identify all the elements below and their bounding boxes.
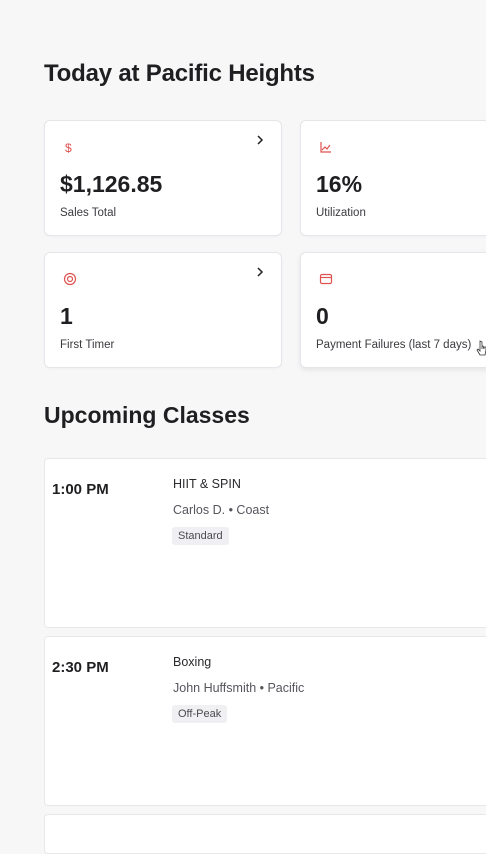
- stat-label: First Timer: [60, 339, 115, 351]
- class-instructor-location: Carlos D. • Coast: [173, 503, 270, 517]
- stat-card-sales-total[interactable]: $ $1,126.85 Sales Total: [44, 120, 282, 236]
- class-name: Boxing: [173, 655, 212, 669]
- chart-line-icon: [320, 142, 331, 153]
- chevron-right-icon[interactable]: [253, 265, 267, 279]
- stat-value: 16%: [316, 171, 363, 197]
- stat-card-payment-failures[interactable]: 0 Payment Failures (last 7 days): [300, 252, 486, 368]
- page-title: Today at Pacific Heights: [44, 60, 315, 87]
- stat-label: Payment Failures (last 7 days): [316, 339, 472, 351]
- stat-card-first-timer[interactable]: 1 First Timer: [44, 252, 282, 368]
- class-time: 1:00 PM: [52, 481, 109, 498]
- class-tag: Standard: [172, 527, 229, 545]
- stat-card-utilization[interactable]: 16% Utilization: [300, 120, 486, 236]
- chevron-right-icon[interactable]: [253, 133, 267, 147]
- target-icon: [63, 272, 77, 286]
- class-time: 2:30 PM: [52, 659, 109, 676]
- mouse-cursor-icon: [476, 340, 486, 356]
- stat-label: Utilization: [316, 207, 366, 219]
- dollar-icon: $: [65, 141, 72, 155]
- class-row[interactable]: 2:30 PM Boxing John Huffsmith • Pacific …: [44, 636, 486, 806]
- stat-value: 0: [316, 303, 329, 329]
- class-row[interactable]: [44, 814, 486, 854]
- class-instructor-location: John Huffsmith • Pacific: [173, 681, 305, 695]
- stat-value: 1: [60, 303, 73, 329]
- stat-value: $1,126.85: [60, 171, 163, 197]
- svg-text:$: $: [65, 141, 72, 155]
- stat-label: Sales Total: [60, 207, 117, 219]
- upcoming-classes-title: Upcoming Classes: [44, 402, 250, 428]
- credit-card-icon: [319, 273, 333, 285]
- class-row[interactable]: 1:00 PM HIIT & SPIN Carlos D. • Coast St…: [44, 458, 486, 628]
- class-tag: Off-Peak: [172, 705, 228, 723]
- class-name: HIIT & SPIN: [173, 477, 241, 491]
